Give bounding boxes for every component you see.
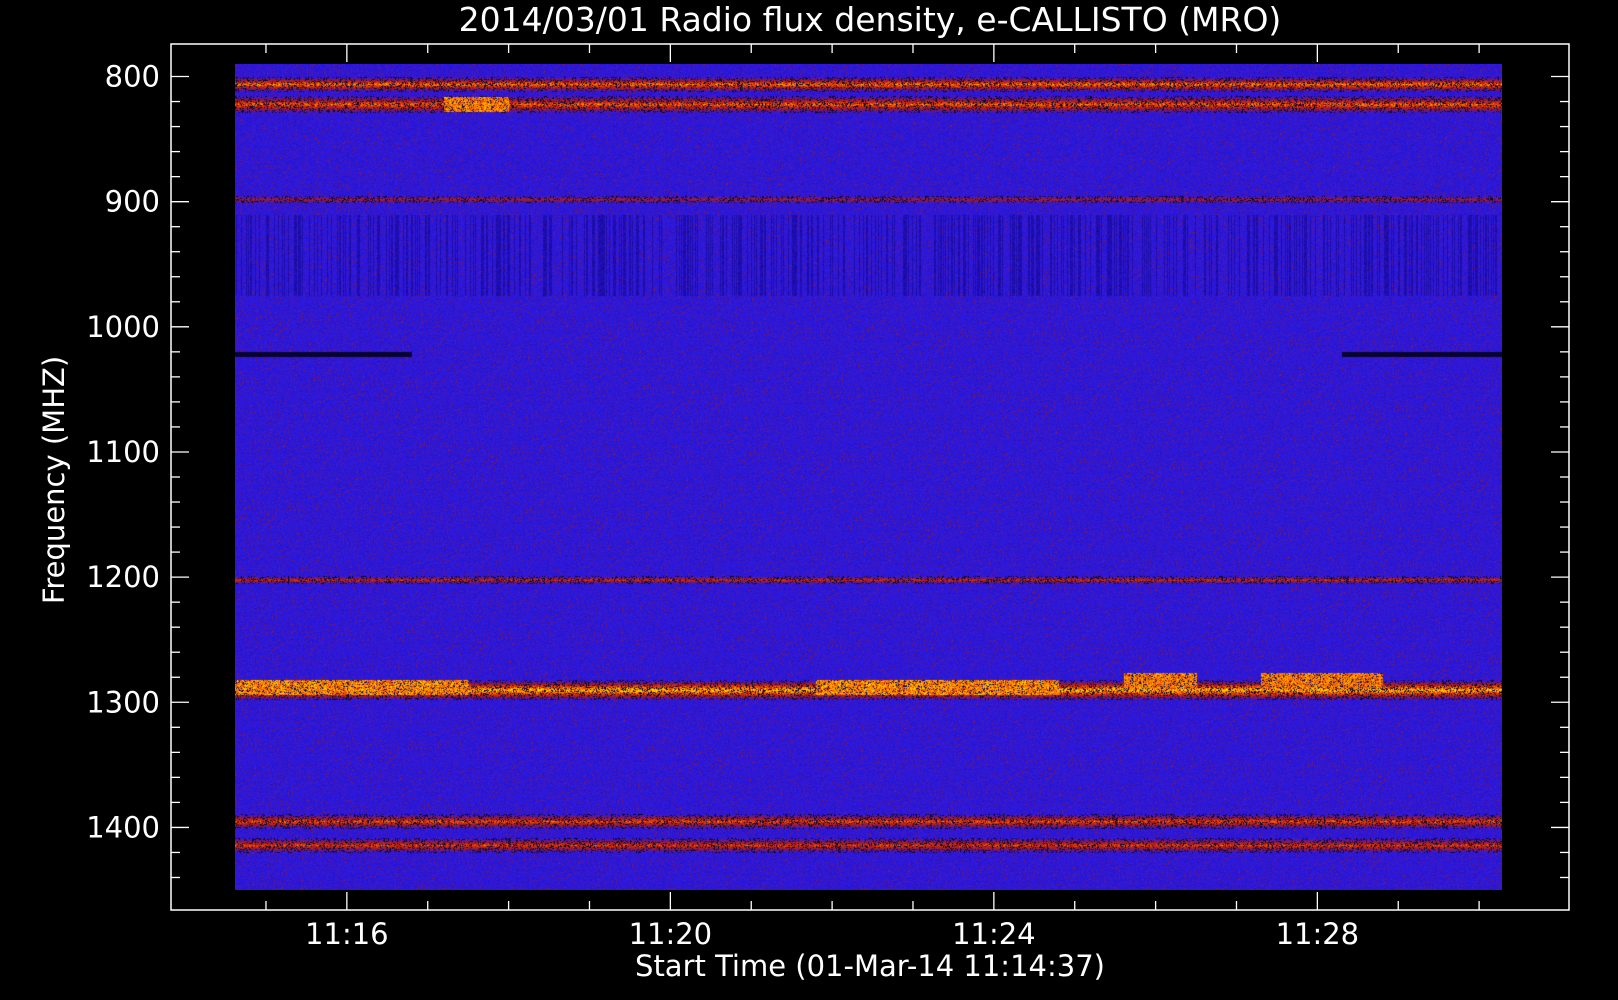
x-tick-label: 11:28 bbox=[1276, 917, 1360, 951]
y-tick-label: 1300 bbox=[86, 685, 160, 719]
y-axis-label: Frequency (MHZ) bbox=[37, 356, 71, 604]
y-tick-label: 1200 bbox=[86, 560, 160, 594]
y-tick-label: 800 bbox=[105, 60, 160, 94]
x-tick-label: 11:20 bbox=[629, 917, 713, 951]
x-tick-label: 11:24 bbox=[952, 917, 1036, 951]
y-tick-label: 900 bbox=[105, 185, 160, 219]
spectrogram-heatmap bbox=[235, 64, 1502, 890]
spectrogram-chart: 2014/03/01 Radio flux density, e-CALLIST… bbox=[0, 0, 1618, 1000]
y-tick-label: 1400 bbox=[86, 810, 160, 844]
chart-title: 2014/03/01 Radio flux density, e-CALLIST… bbox=[459, 0, 1282, 39]
x-tick-label: 11:16 bbox=[305, 917, 389, 951]
x-axis-label: Start Time (01-Mar-14 11:14:37) bbox=[635, 949, 1105, 983]
y-tick-label: 1000 bbox=[86, 310, 160, 344]
y-tick-label: 1100 bbox=[86, 435, 160, 469]
